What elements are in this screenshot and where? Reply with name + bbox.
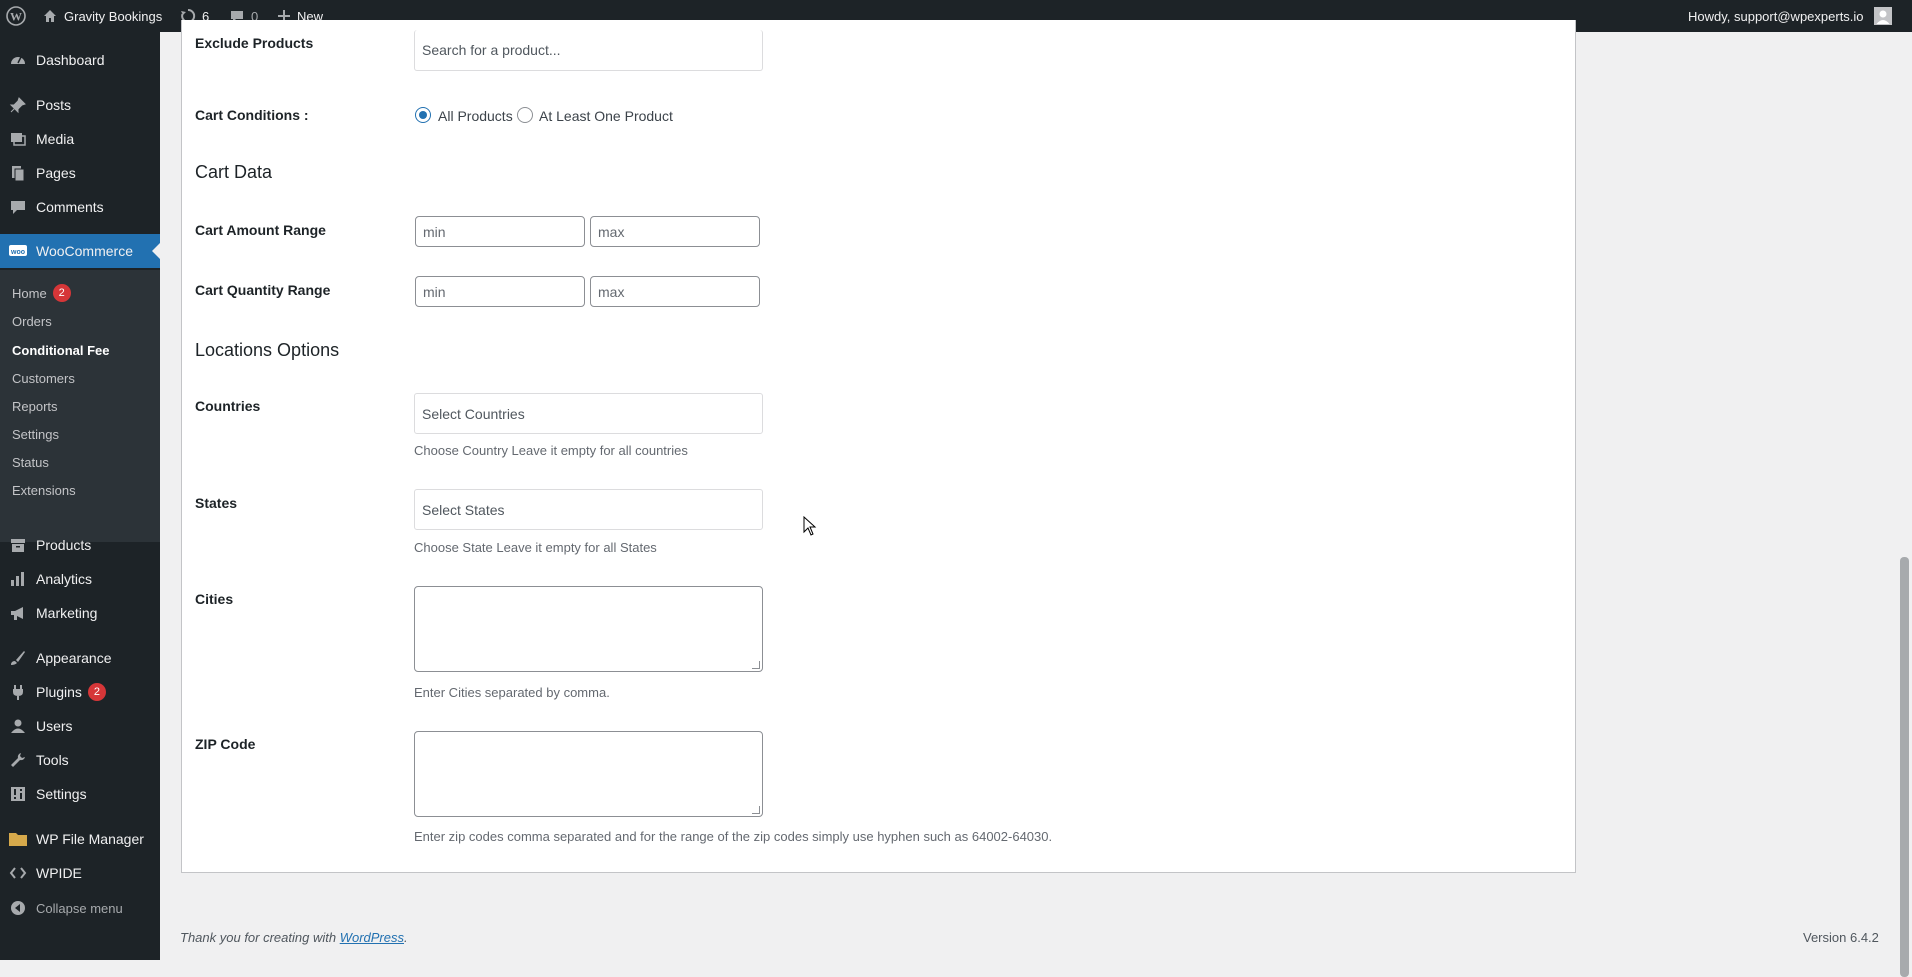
sidebar-item-media[interactable]: Media	[0, 122, 160, 156]
woocommerce-icon: woo	[8, 241, 28, 261]
paintbrush-icon	[8, 648, 28, 668]
collapse-menu-button[interactable]: Collapse menu	[0, 891, 160, 925]
wordpress-logo-button[interactable]: W	[6, 0, 26, 32]
cart-quantity-max-input[interactable]: max	[590, 276, 760, 307]
pages-icon	[8, 163, 28, 183]
collapse-icon	[8, 898, 28, 918]
cart-amount-range-label: Cart Amount Range	[195, 222, 326, 238]
site-name: Gravity Bookings	[64, 8, 163, 24]
countries-label: Countries	[195, 398, 261, 414]
cart-amount-max-input[interactable]: max	[590, 216, 760, 247]
sidebar-item-tools[interactable]: Tools	[0, 743, 160, 777]
admin-sidebar: Dashboard Posts Media Pages Comments woo…	[0, 32, 160, 960]
cart-quantity-range-label: Cart Quantity Range	[195, 282, 331, 298]
svg-text:W: W	[10, 10, 22, 24]
zip-code-description: Enter zip codes comma separated and for …	[414, 829, 1053, 844]
countries-select[interactable]: Select Countries	[414, 393, 763, 434]
user-icon	[8, 716, 28, 736]
exclude-products-label: Exclude Products	[195, 35, 314, 51]
page-scrollbar[interactable]	[1897, 32, 1912, 977]
locations-options-heading: Locations Options	[195, 340, 340, 360]
submenu-item-conditional-fee[interactable]: Conditional Fee	[12, 340, 110, 360]
wordpress-icon: W	[6, 6, 26, 26]
footer-version: Version 6.4.2	[1803, 930, 1879, 945]
wordpress-link[interactable]: WordPress	[340, 930, 404, 945]
plugins-badge: 2	[87, 683, 106, 701]
bar-chart-icon	[8, 569, 28, 589]
greeting: Howdy, support@wpexperts.io	[1688, 8, 1864, 24]
states-select[interactable]: Select States	[414, 489, 763, 530]
submenu-item-status[interactable]: Status	[12, 452, 49, 472]
radio-at-least-one-product-label: At Least One Product	[539, 108, 673, 124]
comments-icon	[8, 197, 28, 217]
sidebar-item-plugins[interactable]: Plugins 2	[0, 675, 160, 709]
submenu-item-home[interactable]: Home 2	[12, 283, 71, 303]
submenu-item-extensions[interactable]: Extensions	[12, 480, 76, 500]
sidebar-item-settings[interactable]: Settings	[0, 777, 160, 811]
zip-code-textarea[interactable]	[414, 731, 763, 817]
cart-amount-min-input[interactable]: min	[415, 216, 585, 247]
submenu-item-settings[interactable]: Settings	[12, 424, 59, 444]
plugin-icon	[8, 682, 28, 702]
sidebar-item-wp-file-manager[interactable]: WP File Manager	[0, 822, 160, 856]
submenu-item-reports[interactable]: Reports	[12, 396, 58, 416]
sidebar-item-woocommerce[interactable]: woo WooCommerce	[0, 234, 160, 268]
cart-quantity-min-input[interactable]: min	[415, 276, 585, 307]
archive-icon	[8, 535, 28, 555]
cart-data-heading: Cart Data	[195, 162, 273, 182]
home-badge: 2	[52, 284, 71, 302]
sidebar-item-analytics[interactable]: Analytics	[0, 562, 160, 596]
sidebar-item-appearance[interactable]: Appearance	[0, 641, 160, 675]
sidebar-item-posts[interactable]: Posts	[0, 88, 160, 122]
radio-at-least-one-product[interactable]	[517, 107, 533, 123]
sidebar-item-wpide[interactable]: WPIDE	[0, 856, 160, 890]
radio-all-products-label: All Products	[438, 108, 513, 124]
site-name-link[interactable]: Gravity Bookings	[42, 0, 162, 32]
submenu-item-orders[interactable]: Orders	[12, 311, 52, 331]
countries-description: Choose Country Leave it empty for all co…	[414, 443, 688, 458]
cities-label: Cities	[195, 591, 234, 607]
submenu-item-customers[interactable]: Customers	[12, 368, 75, 388]
radio-all-products[interactable]	[415, 107, 431, 123]
avatar	[1873, 7, 1892, 25]
sidebar-item-pages[interactable]: Pages	[0, 156, 160, 190]
sidebar-item-comments[interactable]: Comments	[0, 190, 160, 224]
settings-icon	[8, 784, 28, 804]
conditional-fee-form-panel: Exclude Products Search for a product...…	[181, 20, 1576, 873]
zip-code-label: ZIP Code	[195, 736, 256, 752]
code-icon	[8, 863, 28, 883]
mouse-cursor-icon	[803, 515, 817, 541]
media-icon	[8, 129, 28, 149]
cart-conditions-label: Cart Conditions :	[195, 107, 309, 123]
user-avatar-icon	[1876, 10, 1890, 24]
woocommerce-submenu: Home 2 Orders Conditional Fee Customers …	[0, 270, 160, 542]
cities-textarea[interactable]	[414, 586, 763, 672]
states-description: Choose State Leave it empty for all Stat…	[414, 540, 657, 555]
sidebar-item-users[interactable]: Users	[0, 709, 160, 743]
scrollbar-thumb[interactable]	[1900, 557, 1909, 977]
states-label: States	[195, 495, 238, 511]
sidebar-item-marketing[interactable]: Marketing	[0, 596, 160, 630]
folder-icon	[8, 829, 28, 849]
sidebar-item-products[interactable]: Products	[0, 528, 160, 562]
dashboard-icon	[8, 50, 28, 70]
megaphone-icon	[8, 603, 28, 623]
pin-icon	[8, 95, 28, 115]
sidebar-item-dashboard[interactable]: Dashboard	[0, 43, 160, 77]
home-icon	[44, 10, 56, 22]
cities-description: Enter Cities separated by comma.	[414, 685, 610, 700]
exclude-products-search[interactable]: Search for a product...	[414, 30, 763, 71]
wrench-icon	[8, 750, 28, 770]
svg-text:woo: woo	[10, 249, 25, 256]
my-account-link[interactable]: Howdy, support@wpexperts.io	[1688, 0, 1892, 32]
footer-thanks: Thank you for creating with WordPress.	[180, 930, 408, 945]
